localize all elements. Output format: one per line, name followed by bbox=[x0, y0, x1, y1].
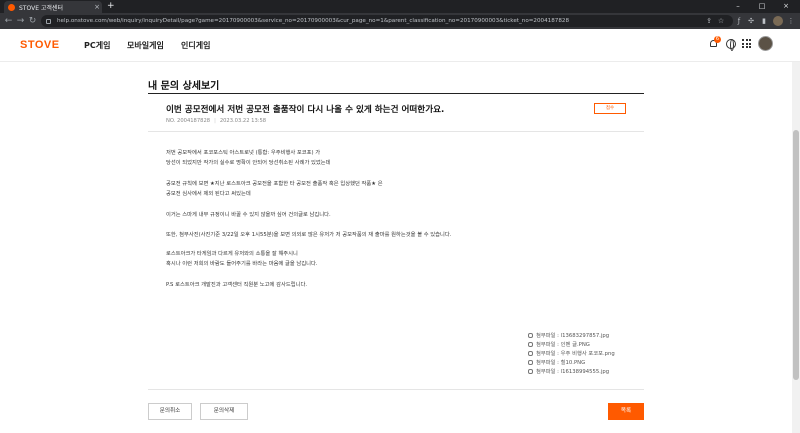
attachment-link[interactable]: 첨부파일 : 인벤 글.PNG bbox=[528, 340, 590, 348]
paperclip-icon bbox=[528, 369, 533, 374]
attachment-link[interactable]: 첨부파일 : 우주 비행사 포코포.png bbox=[528, 349, 615, 357]
page-title: 내 문의 상세보기 bbox=[148, 81, 220, 92]
scrollbar-thumb[interactable] bbox=[793, 130, 799, 380]
body-line: 공모전 심사에서 제외 된다고 써있는데 bbox=[166, 191, 251, 197]
browser-tabbar: STOVE 고객센터 × + – □ × bbox=[0, 0, 800, 13]
site-header: STOVE PC게임 모바일게임 인디게임 6 bbox=[0, 29, 800, 62]
body-line: 저번 공모작에서 포코포스틱 아스트로넛 (통합: 우주비행사 포코포) 가 bbox=[166, 150, 321, 156]
body-line: 또한, 첨부사진(사진기준 3/22일 오후 1시55분)을 보면 의외로 많은… bbox=[166, 232, 452, 238]
divider bbox=[148, 131, 644, 132]
sidebar-icon[interactable]: ▮ bbox=[759, 16, 769, 26]
body-line: 당선이 되었지만 작가의 실수로 명확이 안되어 당선취소된 사례가 있었는데 bbox=[166, 160, 331, 166]
extension-icon[interactable]: ƒ bbox=[734, 16, 744, 26]
share-icon[interactable]: ⇪ bbox=[704, 16, 714, 26]
body-line: 이거는 스마게 내부 규정이니 바꿀 수 있지 않을까 싶어 건의글로 남깁니다… bbox=[166, 212, 331, 218]
stove-logo[interactable]: STOVE bbox=[20, 39, 60, 51]
inquiry-number: NO. 2004187828 bbox=[166, 118, 211, 124]
inquiry-date: 2023.03.22 13:58 bbox=[219, 118, 267, 124]
divider bbox=[148, 93, 644, 94]
paperclip-icon bbox=[528, 360, 533, 365]
tab-title: STOVE 고객센터 bbox=[19, 4, 63, 12]
minimize-button[interactable]: – bbox=[728, 0, 748, 13]
browser-menu-icon[interactable]: ⋮ bbox=[786, 16, 796, 26]
status-badge: 접수 bbox=[594, 103, 626, 114]
paperclip-icon bbox=[528, 342, 533, 347]
nav-indie-games[interactable]: 인디게임 bbox=[181, 40, 210, 51]
new-tab-button[interactable]: + bbox=[107, 0, 115, 13]
paperclip-icon bbox=[528, 333, 533, 338]
url-text: help.onstove.com/web/inquiry/inquiryDeta… bbox=[57, 18, 570, 24]
browser-tab[interactable]: STOVE 고객센터 × bbox=[4, 1, 102, 13]
body-line: 로스트아크가 타게임과 다르게 유저와의 소통을 잘 해주시니 bbox=[166, 251, 298, 257]
browser-profile-avatar[interactable] bbox=[773, 16, 783, 26]
body-line: 혹시나 이런 저희의 바람도 들어주기를 바라는 마음에 글을 남깁니다. bbox=[166, 261, 318, 267]
puzzle-icon[interactable]: ✣ bbox=[746, 16, 756, 26]
lock-icon bbox=[46, 18, 51, 24]
attachment-link[interactable]: 첨부파일 : 힐10.PNG bbox=[528, 358, 585, 366]
reload-button[interactable]: ↻ bbox=[26, 13, 39, 29]
delete-inquiry-button[interactable]: 문의삭제 bbox=[200, 403, 248, 420]
stove-favicon-icon bbox=[8, 3, 15, 11]
notification-badge: 6 bbox=[714, 36, 721, 43]
divider bbox=[148, 389, 644, 390]
inquiry-meta: NO. 2004187828 | 2023.03.22 13:58 bbox=[166, 118, 267, 124]
browser-toolbar: ← → ↻ help.onstove.com/web/inquiry/inqui… bbox=[0, 13, 800, 29]
language-globe-icon[interactable] bbox=[726, 39, 736, 51]
attachment-link[interactable]: 첨부파일 : l16138994555.jpg bbox=[528, 367, 609, 375]
cancel-inquiry-button[interactable]: 문의취소 bbox=[148, 403, 192, 420]
user-avatar[interactable] bbox=[758, 36, 773, 51]
paperclip-icon bbox=[528, 351, 533, 356]
nav-mobile-games[interactable]: 모바일게임 bbox=[127, 40, 164, 51]
attachment-link[interactable]: 첨부파일 : l13683297857.jpg bbox=[528, 331, 609, 339]
inquiry-title: 이번 공모전에서 저번 공모전 출품작이 다시 나올 수 있게 하는건 어떠한가… bbox=[166, 105, 445, 115]
body-line: 공모전 규칙에 보면 ★지난 로스트아크 공모전을 포함한 타 공모전 출품작 … bbox=[166, 181, 383, 187]
nav-pc-games[interactable]: PC게임 bbox=[84, 40, 110, 51]
body-line: P.S 로스트아크 개발진과 고객센터 직원분 노고에 감사드립니다. bbox=[166, 282, 308, 288]
close-window-button[interactable]: × bbox=[776, 0, 796, 13]
apps-grid-icon[interactable] bbox=[742, 39, 751, 48]
notification-bell-icon[interactable]: 6 bbox=[709, 36, 721, 49]
tab-close-icon[interactable]: × bbox=[92, 1, 102, 13]
address-bar[interactable]: help.onstove.com/web/inquiry/inquiryDeta… bbox=[41, 15, 733, 27]
list-button[interactable]: 목록 bbox=[608, 403, 644, 420]
bookmark-star-icon[interactable]: ☆ bbox=[716, 16, 726, 26]
maximize-button[interactable]: □ bbox=[752, 0, 772, 13]
